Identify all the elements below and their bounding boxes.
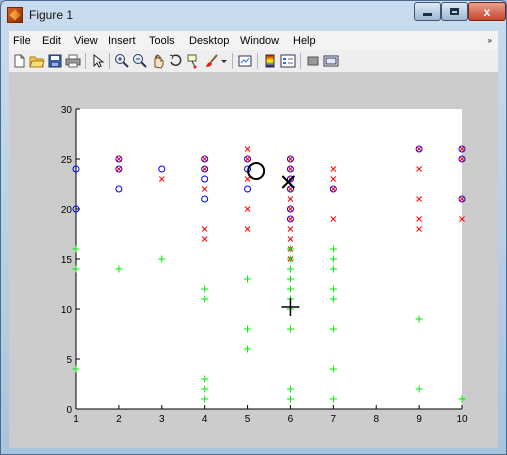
toolbar-separator [109,53,110,69]
title-bar[interactable]: Figure 1 x [1,1,506,31]
menu-edit[interactable]: Edit [42,35,61,47]
x-tick-label: 4 [202,414,208,425]
menu-desktop[interactable]: Desktop [189,35,229,47]
pan-hand-icon[interactable] [150,53,166,69]
y-tick-label: 20 [61,205,73,216]
y-tick-label: 5 [66,355,72,366]
data-cursor-icon[interactable] [186,53,202,69]
menu-insert[interactable]: Insert [108,35,136,47]
y-tick-label: 30 [61,105,73,116]
save-icon[interactable] [47,53,63,69]
menu-help[interactable]: Help [293,35,316,47]
x-tick-label: 6 [288,414,294,425]
menu-view[interactable]: View [74,35,98,47]
menu-tools[interactable]: Tools [149,35,175,47]
close-button[interactable]: x [468,2,506,21]
matlab-app-icon [7,7,23,23]
figure-toolbar [9,50,498,73]
x-tick-label: 2 [116,414,122,425]
link-plot-icon[interactable] [237,53,253,69]
x-tick-label: 1 [73,414,79,425]
minimize-button[interactable] [414,2,441,21]
scatter-plot[interactable]: 1 2 3 4 5 6 7 8 9 10 0 5 10 15 20 25 30 [9,73,498,448]
menu-file[interactable]: File [13,35,31,47]
y-tick-label: 15 [61,255,73,266]
figure-client-area: File Edit View Insert Tools Desktop Wind… [9,31,498,448]
open-file-icon[interactable] [29,53,45,69]
menu-overflow-arrow[interactable]: » [488,36,492,45]
axes-background [76,109,462,409]
y-tick-label: 0 [66,405,72,416]
toolbar-separator [300,53,301,69]
legend-icon[interactable] [280,53,296,69]
x-tick-label: 8 [373,414,379,425]
brush-dropdown-icon[interactable] [220,53,228,69]
rotate-3d-icon[interactable] [168,53,184,69]
toolbar-separator [232,53,233,69]
print-icon[interactable] [65,53,81,69]
x-tick-label: 7 [331,414,337,425]
toolbar-separator [257,53,258,69]
x-tick-label: 9 [416,414,422,425]
figure-canvas[interactable]: 1 2 3 4 5 6 7 8 9 10 0 5 10 15 20 25 30 [9,73,498,448]
brush-icon[interactable] [204,53,220,69]
minimize-icon [423,13,432,16]
toolbar-separator [85,53,86,69]
window-title: Figure 1 [29,8,74,22]
zoom-in-icon[interactable] [114,53,130,69]
zoom-out-icon[interactable] [132,53,148,69]
figure-window: Figure 1 x File Edit View Insert Tools D… [0,0,507,455]
maximize-button[interactable] [441,2,468,21]
y-tick-label: 10 [61,305,73,316]
menu-window[interactable]: Window [240,35,279,47]
x-tick-label: 10 [456,414,468,425]
colorbar-icon[interactable] [262,53,278,69]
x-tick-label: 5 [245,414,251,425]
maximize-icon [450,8,459,15]
show-plot-tools-icon[interactable] [323,53,339,69]
y-tick-label: 25 [61,155,73,166]
hide-plot-tools-icon[interactable] [305,53,321,69]
new-figure-icon[interactable] [11,53,27,69]
menu-bar: File Edit View Insert Tools Desktop Wind… [9,31,498,50]
x-tick-label: 3 [159,414,165,425]
pointer-icon[interactable] [90,53,106,69]
close-icon: x [483,4,491,19]
